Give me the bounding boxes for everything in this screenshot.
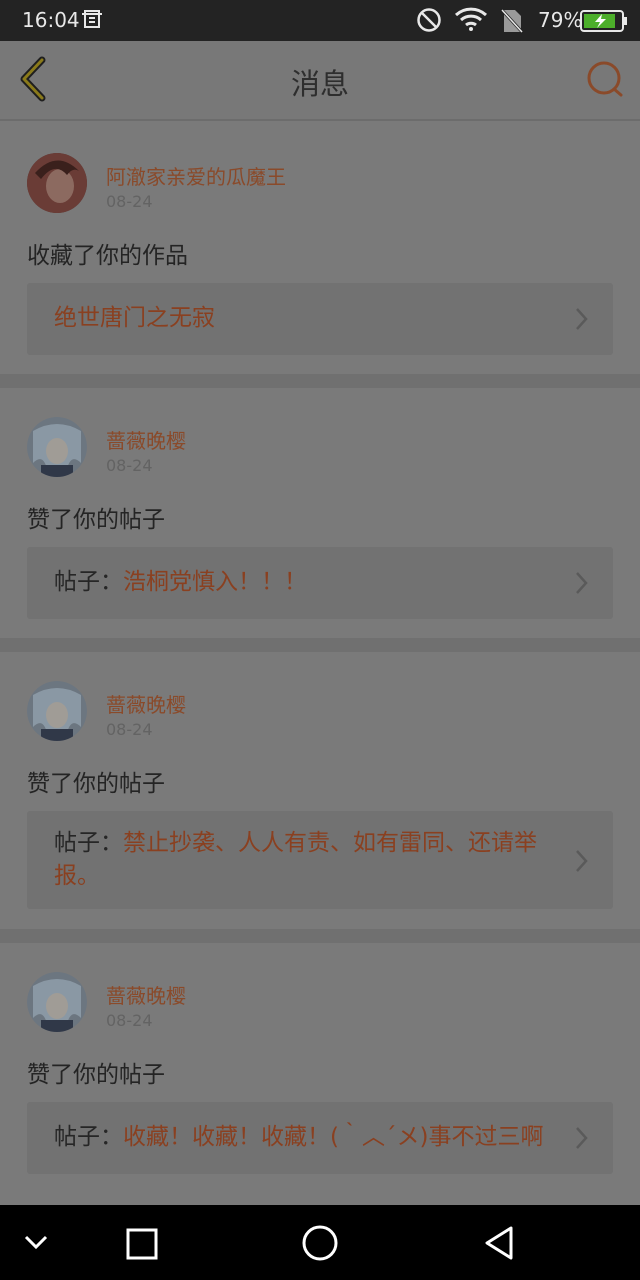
status-bar: 16:04 79% <box>0 0 640 41</box>
avatar[interactable] <box>27 681 87 741</box>
divider <box>0 929 640 943</box>
square-icon[interactable] <box>125 1227 159 1261</box>
post-title: 收藏！收藏！收藏！(｀︿´メ)事不过三啊 <box>123 1124 544 1150</box>
message-action: 赞了你的帖子 <box>27 771 165 797</box>
chat-bubble-icon[interactable] <box>585 60 625 100</box>
battery-percent: 79% <box>538 8 583 32</box>
work-title: 绝世唐门之无寂 <box>54 305 215 331</box>
triangle-back-icon[interactable] <box>482 1225 516 1261</box>
circle-icon[interactable] <box>301 1224 339 1262</box>
message-date: 08-24 <box>106 1011 153 1030</box>
post-title: 禁止抄袭、人人有责、如有雷同、还请举报。 <box>54 830 537 889</box>
post-link[interactable]: 帖子：禁止抄袭、人人有责、如有雷同、还请举报。 <box>27 811 613 909</box>
avatar-image <box>27 681 87 741</box>
post-title: 浩桐党慎入！！！ <box>123 569 307 595</box>
divider <box>0 638 640 652</box>
link-prefix: 帖子： <box>54 1124 123 1150</box>
link-prefix: 帖子： <box>54 830 123 856</box>
username[interactable]: 蔷薇晚樱 <box>106 689 186 718</box>
avatar[interactable] <box>27 417 87 477</box>
divider <box>0 374 640 388</box>
post-link[interactable]: 帖子：收藏！收藏！收藏！(｀︿´メ)事不过三啊 <box>27 1102 613 1174</box>
avatar[interactable] <box>27 153 87 213</box>
message-date: 08-24 <box>106 720 153 739</box>
avatar-image <box>27 972 87 1032</box>
post-link[interactable]: 帖子：浩桐党慎入！！！ <box>27 547 613 619</box>
chevron-right-icon <box>576 572 588 594</box>
screenshot-icon <box>82 10 102 28</box>
username[interactable]: 蔷薇晚樱 <box>106 980 186 1009</box>
message-card[interactable]: 阿澈家亲爱的瓜魔王 08-24 收藏了你的作品 绝世唐门之无寂 <box>0 121 640 374</box>
message-action: 收藏了你的作品 <box>27 243 188 269</box>
app-header: 消息 <box>0 41 640 121</box>
no-sim-icon <box>500 8 524 34</box>
avatar-image <box>27 417 87 477</box>
username[interactable]: 阿澈家亲爱的瓜魔王 <box>106 161 286 190</box>
message-action: 赞了你的帖子 <box>27 1062 165 1088</box>
wifi-icon <box>454 7 488 31</box>
status-time: 16:04 <box>22 8 80 32</box>
message-date: 08-24 <box>106 456 153 475</box>
message-card[interactable]: 蔷薇晚樱 08-24 赞了你的帖子 帖子：浩桐党慎入！！！ <box>0 388 640 638</box>
chevron-right-icon <box>576 1127 588 1149</box>
chevron-down-icon[interactable] <box>20 1231 52 1253</box>
message-card[interactable]: 蔷薇晚樱 08-24 赞了你的帖子 帖子：禁止抄袭、人人有责、如有雷同、还请举报… <box>0 652 640 929</box>
work-link[interactable]: 绝世唐门之无寂 <box>27 283 613 355</box>
message-card[interactable]: 蔷薇晚樱 08-24 赞了你的帖子 帖子：收藏！收藏！收藏！(｀︿´メ)事不过三… <box>0 943 640 1205</box>
username[interactable]: 蔷薇晚樱 <box>106 425 186 454</box>
chevron-right-icon <box>576 308 588 330</box>
avatar-image <box>27 153 87 213</box>
chevron-right-icon <box>576 850 588 872</box>
avatar[interactable] <box>27 972 87 1032</box>
message-date: 08-24 <box>106 192 153 211</box>
message-action: 赞了你的帖子 <box>27 507 165 533</box>
page-title: 消息 <box>290 67 349 101</box>
do-not-disturb-icon <box>417 8 441 32</box>
system-nav-bar <box>0 1205 640 1280</box>
link-prefix: 帖子： <box>54 569 123 595</box>
battery-charging-icon <box>580 10 627 32</box>
